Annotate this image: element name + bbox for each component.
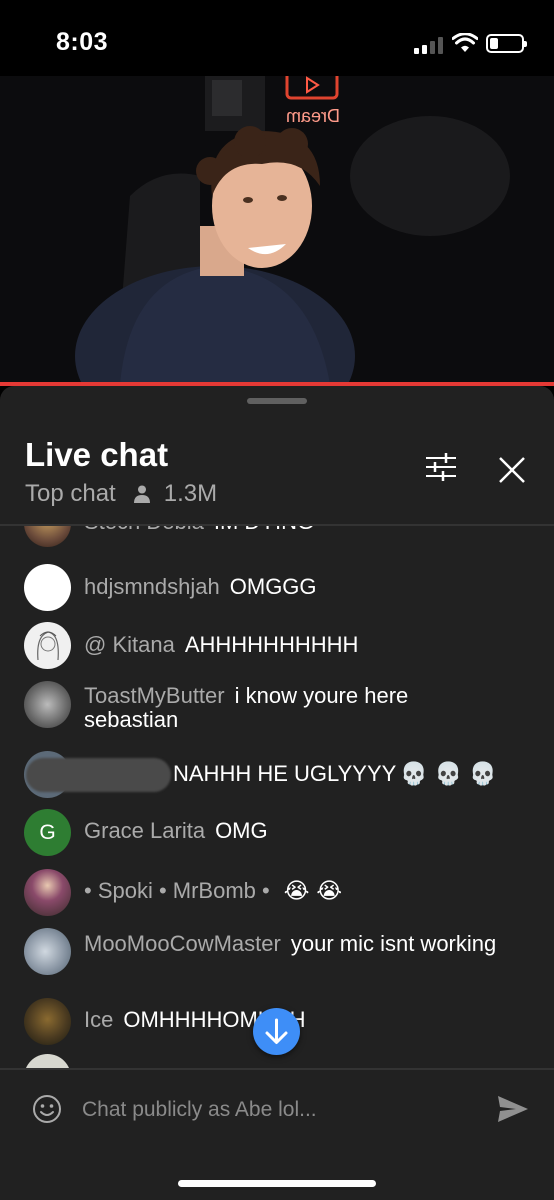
status-bar: 8:03 bbox=[0, 0, 554, 76]
chat-messages-list[interactable]: Stech Debla IM DYING hdjsmndshjah OMGGG @ … bbox=[0, 526, 554, 1069]
message-text: IM DYING bbox=[214, 526, 314, 534]
dream-sign: Dream bbox=[286, 106, 340, 126]
message-author[interactable]: Ice bbox=[84, 1007, 113, 1032]
avatar: G bbox=[24, 809, 71, 856]
avatar bbox=[24, 681, 71, 728]
avatar-letter: G bbox=[39, 820, 56, 844]
cellular-signal-icon bbox=[414, 36, 444, 54]
chat-message[interactable] bbox=[24, 1054, 534, 1069]
message-text: OMGGG bbox=[229, 574, 317, 599]
chat-message[interactable]: NAHHH HE UGLYYYY 💀 💀 💀 bbox=[24, 751, 534, 798]
viewer-count: 1.3M bbox=[163, 480, 218, 507]
send-icon[interactable] bbox=[496, 1094, 530, 1124]
battery-icon bbox=[486, 34, 527, 53]
message-author[interactable]: ToastMyButter bbox=[84, 683, 225, 708]
chat-title: Live chat bbox=[25, 436, 169, 473]
message-text: OMG bbox=[215, 818, 268, 843]
video-frame: Dream bbox=[0, 76, 554, 384]
filter-sliders-icon[interactable] bbox=[424, 452, 458, 482]
crying-emoji: 😭 😭 bbox=[283, 879, 343, 904]
redacted-author bbox=[26, 758, 171, 792]
avatar bbox=[24, 869, 71, 916]
message-author[interactable]: • Spoki • MrBomb • bbox=[84, 878, 270, 903]
person-icon bbox=[133, 485, 150, 503]
drag-handle[interactable] bbox=[247, 398, 307, 404]
message-author[interactable]: @ Kitana bbox=[84, 632, 175, 657]
skull-emoji: 💀 💀 💀 bbox=[400, 761, 497, 787]
wifi-icon bbox=[452, 33, 478, 52]
scroll-to-bottom-button[interactable] bbox=[253, 1008, 300, 1055]
chat-message[interactable]: ToastMyButter i know youre here sebastian bbox=[24, 681, 534, 732]
chat-message[interactable]: hdjsmndshjah OMGGG bbox=[24, 564, 534, 611]
message-author[interactable]: MooMooCowMaster bbox=[84, 931, 281, 956]
message-text: your mic isnt working bbox=[290, 931, 497, 956]
close-icon[interactable] bbox=[496, 454, 528, 486]
emoji-icon[interactable] bbox=[32, 1094, 62, 1124]
avatar bbox=[24, 564, 71, 611]
chat-mode-label: Top chat bbox=[25, 480, 116, 507]
chat-message[interactable]: MooMooCowMaster your mic isnt working bbox=[24, 928, 534, 975]
avatar bbox=[24, 1054, 71, 1069]
chat-message[interactable]: • Spoki • MrBomb • 😭 😭 bbox=[24, 869, 534, 916]
chat-message[interactable]: @ Kitana AHHHHHHHHHH bbox=[24, 622, 534, 669]
status-time: 8:03 bbox=[56, 28, 109, 56]
chat-mode-selector[interactable]: Top chat 1.3M bbox=[25, 480, 217, 508]
message-author[interactable]: Stech Debla bbox=[84, 526, 204, 534]
avatar bbox=[24, 928, 71, 975]
avatar bbox=[24, 526, 71, 547]
message-author[interactable]: Grace Larita bbox=[84, 818, 205, 843]
chat-input[interactable] bbox=[82, 1096, 472, 1124]
message-text: AHHHHHHHHHH bbox=[184, 632, 359, 657]
chat-message[interactable]: G Grace Larita OMG bbox=[24, 809, 534, 856]
arrow-down-icon bbox=[265, 1018, 288, 1044]
home-indicator[interactable] bbox=[178, 1180, 376, 1187]
video-player[interactable]: Dream bbox=[0, 76, 554, 384]
avatar bbox=[24, 622, 71, 669]
message-text: NAHHH HE UGLYYYY bbox=[173, 760, 397, 786]
chat-message[interactable]: Stech Debla IM DYING bbox=[24, 526, 534, 547]
message-author[interactable]: hdjsmndshjah bbox=[84, 574, 220, 599]
avatar bbox=[24, 998, 71, 1045]
